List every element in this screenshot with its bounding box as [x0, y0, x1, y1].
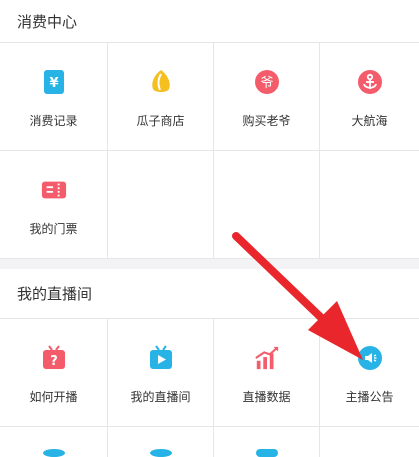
grid-item-partial [320, 427, 419, 457]
grid-item-label: 直播数据 [242, 390, 291, 404]
consumption-center-grid: ¥ 消费记录 瓜子商店 爷 购买老爷 大航海 我的门票 [0, 42, 419, 259]
grid-item-streamer-notice[interactable]: 主播公告 [320, 319, 419, 427]
grid-item-buy-vip[interactable]: 爷 购买老爷 [214, 43, 320, 151]
grid-item-partial [214, 427, 320, 457]
grid-next-row-partial [0, 427, 419, 457]
svg-text:¥: ¥ [49, 76, 58, 91]
grid-item-stream-data[interactable]: 直播数据 [214, 319, 320, 427]
consumption-center-header: 消费中心 [0, 0, 419, 42]
grid-item-partial [0, 427, 108, 457]
tv-play-icon [148, 345, 174, 371]
grid-item-label: 如何开播 [29, 390, 78, 404]
section-gap [0, 259, 419, 269]
grid-empty-cell [214, 151, 320, 259]
grid-item-label: 购买老爷 [242, 114, 291, 128]
grid-item-consumption-records[interactable]: ¥ 消费记录 [0, 43, 108, 151]
grid-item-label: 主播公告 [345, 390, 394, 404]
grid-item-how-to-stream[interactable]: ? 如何开播 [0, 319, 108, 427]
consumption-center-title: 消费中心 [17, 12, 78, 31]
seed-icon [148, 69, 174, 95]
yen-receipt-icon: ¥ [41, 69, 67, 95]
ye-badge-icon: 爷 [254, 69, 280, 95]
grid-item-partial [108, 427, 214, 457]
grid-item-seed-shop[interactable]: 瓜子商店 [108, 43, 214, 151]
grid-item-label: 瓜子商店 [136, 114, 185, 128]
speaker-icon [357, 345, 383, 371]
bar-chart-icon [254, 345, 280, 371]
svg-text:?: ? [50, 354, 58, 369]
grid-item-label: 大航海 [351, 114, 388, 128]
anchor-icon [357, 69, 383, 95]
my-live-room-header: 我的直播间 [0, 269, 419, 319]
grid-item-label: 我的直播间 [130, 390, 191, 404]
grid-empty-cell [320, 151, 419, 259]
grid-empty-cell [108, 151, 214, 259]
my-live-room-title: 我的直播间 [17, 285, 93, 303]
grid-item-voyage[interactable]: 大航海 [320, 43, 419, 151]
grid-item-my-tickets[interactable]: 我的门票 [0, 151, 108, 259]
grid-item-label: 我的门票 [29, 222, 78, 236]
ticket-icon [41, 177, 67, 203]
grid-item-label: 消费记录 [29, 114, 78, 128]
svg-text:爷: 爷 [260, 76, 273, 91]
my-live-room-grid: ? 如何开播 我的直播间 直播数据 主播公告 [0, 319, 419, 457]
grid-item-my-live-room[interactable]: 我的直播间 [108, 319, 214, 427]
tv-question-icon: ? [41, 345, 67, 371]
